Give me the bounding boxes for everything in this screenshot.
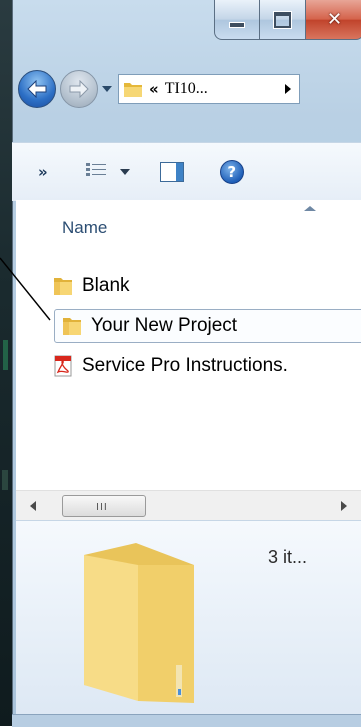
breadcrumb-arrow-icon[interactable] [285,84,291,94]
list-item-selected[interactable]: Your New Project [54,309,361,343]
maximize-icon [273,10,292,29]
recent-pages-dropdown[interactable] [102,86,112,92]
item-label: Your New Project [91,315,238,336]
column-header-name[interactable]: Name [62,218,107,238]
change-view-button[interactable] [85,162,108,182]
pdf-icon [54,355,72,377]
back-button[interactable] [18,70,56,108]
window-bottom-border [12,714,361,727]
scrollbar-thumb[interactable]: III [62,495,146,517]
sort-ascending-icon [304,206,316,211]
list-item[interactable]: Blank [52,269,130,303]
list-item[interactable]: Service Pro Instructions. [52,349,288,383]
maximize-button[interactable] [260,0,306,40]
large-folder-icon [84,543,194,703]
close-icon: ✕ [326,9,343,30]
help-button[interactable]: ? [219,160,244,184]
minimize-button[interactable] [214,0,260,40]
navigation-bar: « TI10... [18,70,300,108]
item-label: Service Pro Instructions. [82,355,288,376]
preview-pane-button[interactable] [159,162,184,182]
folder-icon [63,318,81,335]
more-commands-button[interactable]: » [38,163,48,181]
scroll-right-icon[interactable] [341,501,347,511]
breadcrumb[interactable]: TI10... [165,80,208,98]
folder-icon [124,83,142,97]
folder-icon [54,278,72,295]
view-dropdown-arrow-icon[interactable] [119,169,130,175]
forward-arrow-icon [69,80,89,98]
minimize-icon [229,21,245,28]
scroll-left-icon[interactable] [30,501,36,511]
address-bar[interactable]: « TI10... [118,74,300,104]
item-count: 3 it... [268,547,308,567]
file-list: Name Blank Your New Project Service Pro … [16,200,361,490]
close-button[interactable]: ✕ [306,0,361,40]
back-arrow-icon [27,80,47,98]
scrollbar-grip: III [96,502,108,513]
window-controls: ✕ [214,0,361,40]
horizontal-scrollbar[interactable]: III [16,490,361,521]
command-bar: » ? [12,142,361,201]
address-chevron[interactable]: « [149,80,159,98]
item-label: Blank [82,275,130,296]
forward-button[interactable] [60,70,98,108]
details-view-icon [85,163,106,176]
details-pane: 3 it... [16,520,361,716]
